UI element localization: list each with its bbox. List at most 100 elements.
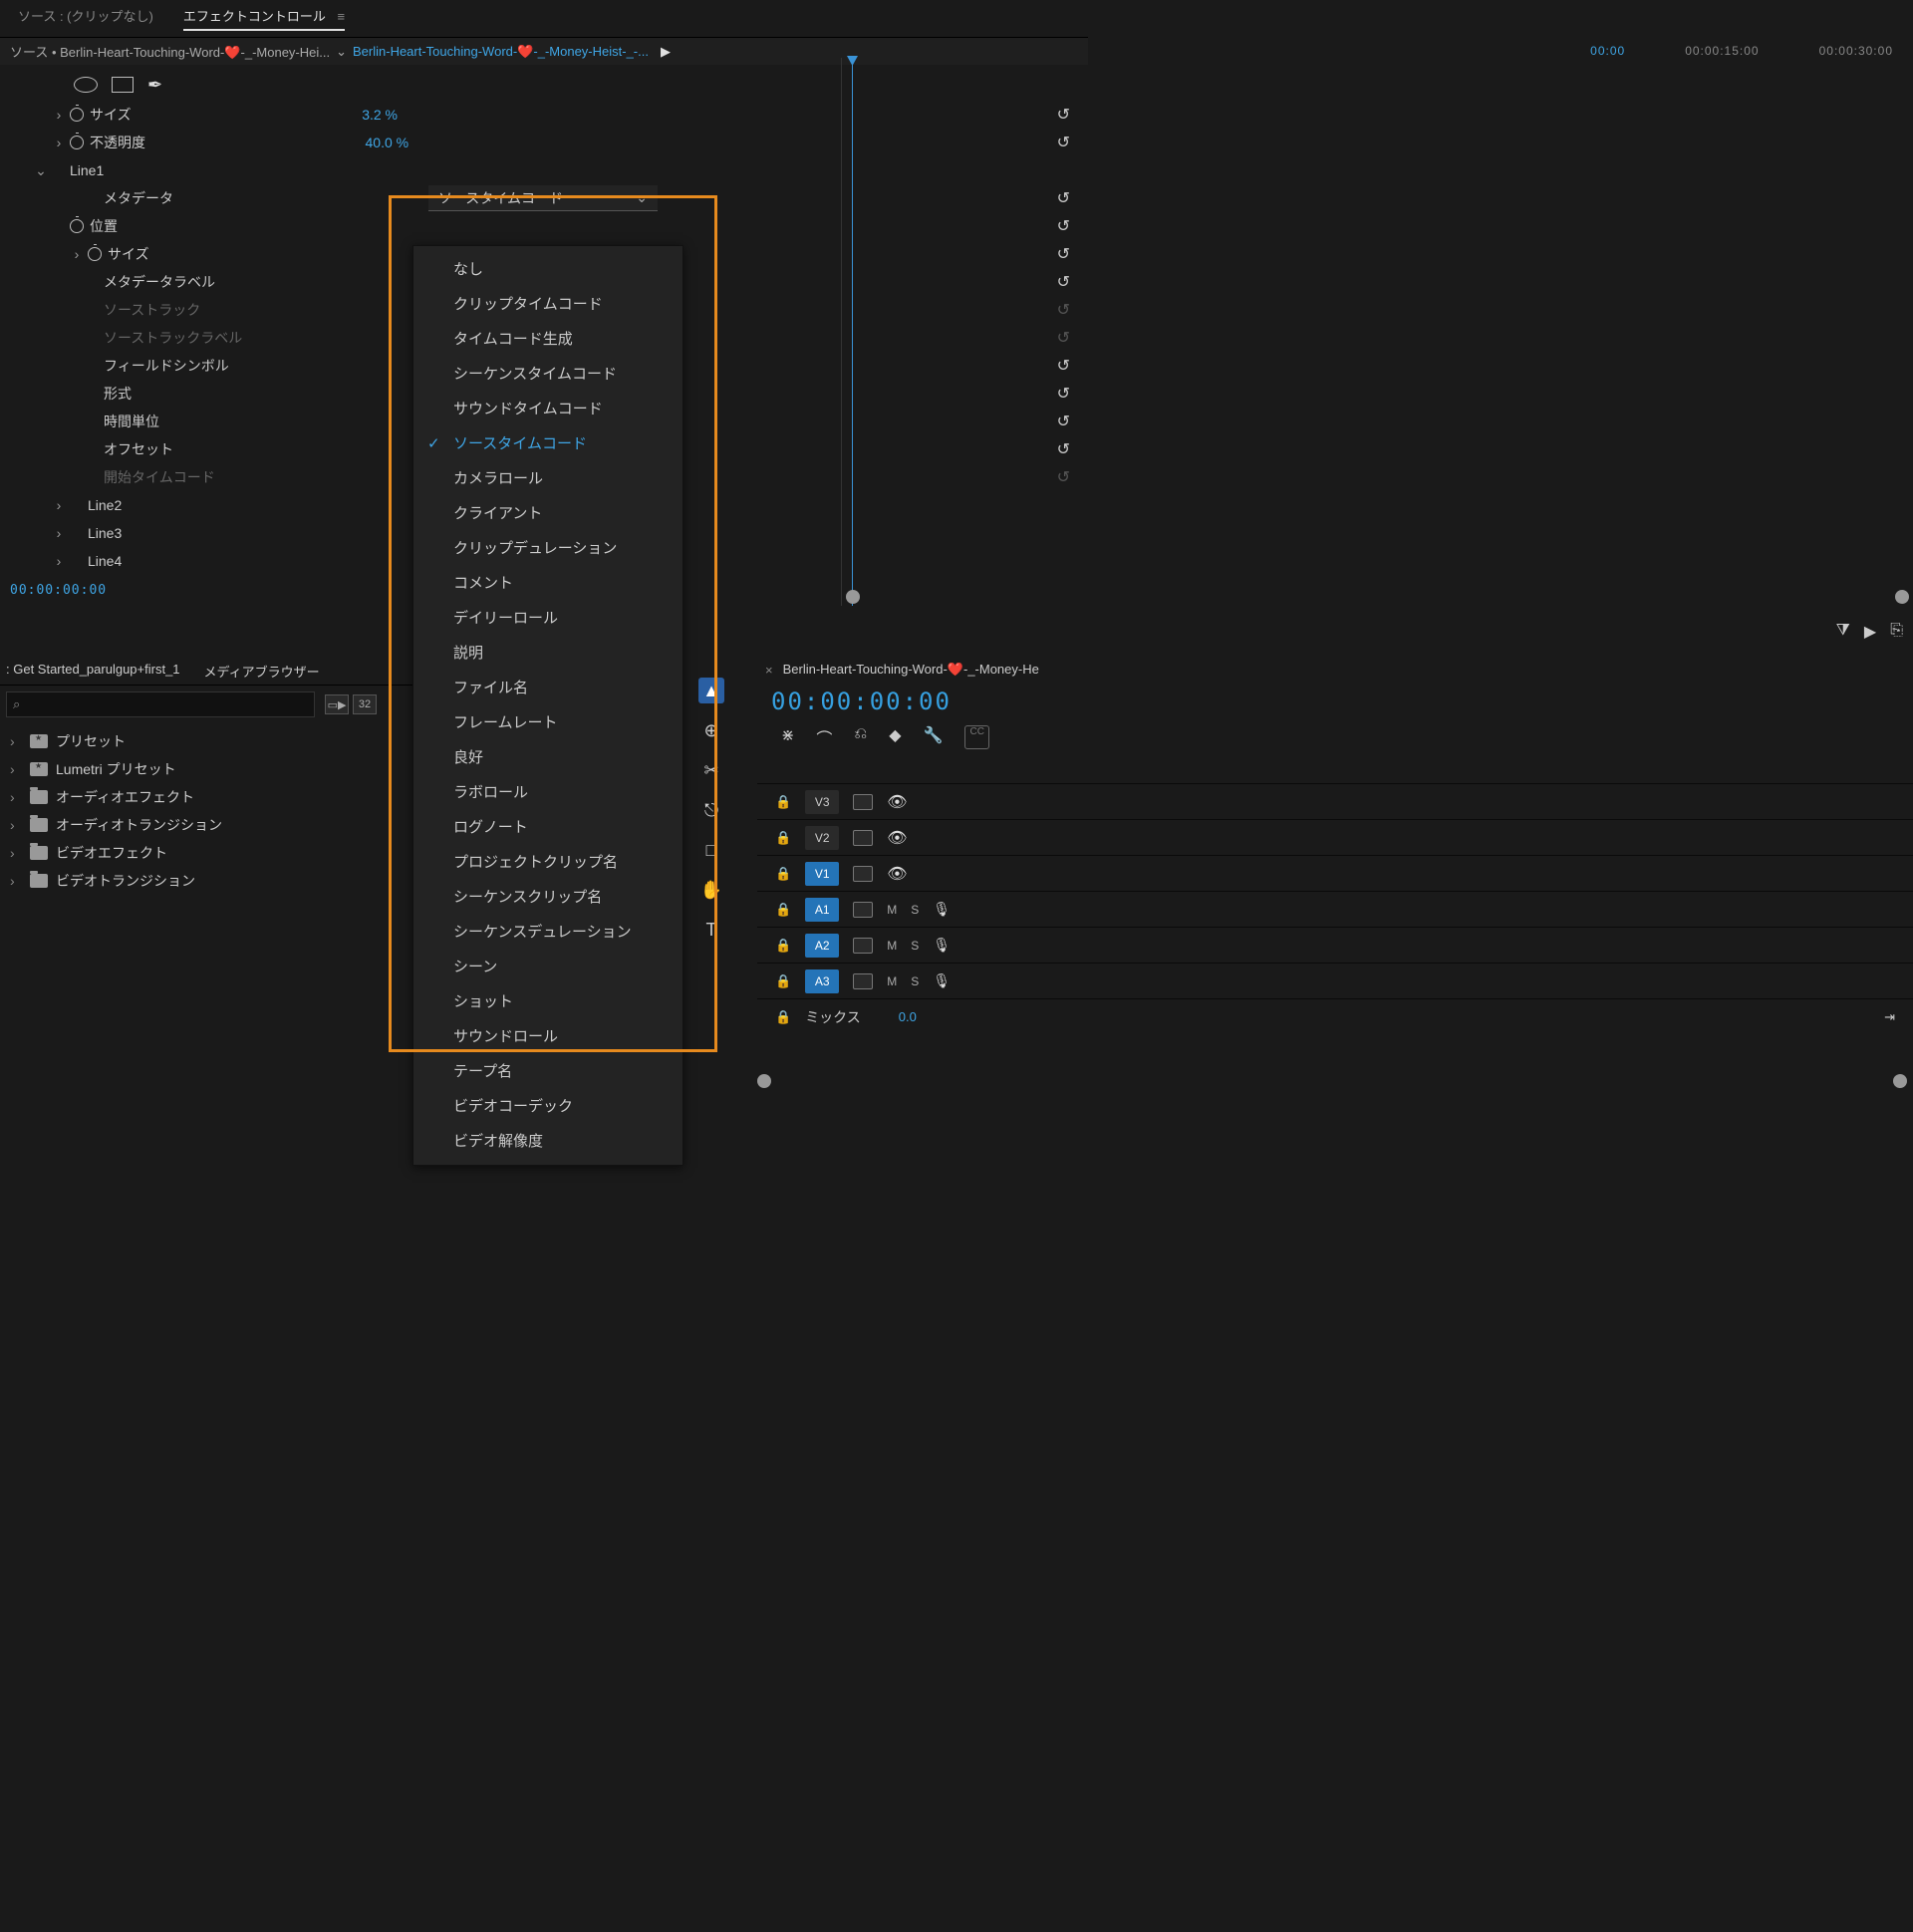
timeline-scrollbar[interactable] <box>757 1074 1907 1088</box>
play-only-icon[interactable]: ▶ <box>1864 622 1876 642</box>
metadata-dropdown-list[interactable]: なしクリップタイムコードタイムコード生成シーケンスタイムコードサウンドタイムコー… <box>412 245 683 1166</box>
dropdown-option[interactable]: シーン <box>413 950 683 984</box>
metadata-dropdown[interactable]: ソースタイムコード ⌄ <box>428 185 658 211</box>
track-toggle-icon[interactable] <box>853 866 873 882</box>
track-name[interactable]: A3 <box>805 969 839 993</box>
tab-source[interactable]: ソース : (クリップなし) <box>18 6 153 31</box>
lock-icon[interactable]: 🔒 <box>775 866 791 882</box>
dropdown-option[interactable]: 良好 <box>413 740 683 775</box>
eye-icon[interactable]: 👁 <box>887 828 907 848</box>
tab-project[interactable]: : Get Started_parulgup+first_1 <box>6 662 180 681</box>
dropdown-option[interactable]: ビデオコーデック <box>413 1089 683 1124</box>
tree-item[interactable]: ›Lumetri プリセット <box>10 755 409 783</box>
lock-icon[interactable]: 🔒 <box>775 938 791 954</box>
track-toggle-icon[interactable] <box>853 794 873 810</box>
scroll-thumb-left[interactable] <box>846 590 860 604</box>
ruler-scrollbar[interactable] <box>846 590 1909 604</box>
dropdown-option[interactable]: なし <box>413 252 683 287</box>
tool-button[interactable]: ✂ <box>698 757 724 783</box>
twirl-down-icon[interactable]: ⌄ <box>32 162 50 179</box>
video-track[interactable]: 🔒 V3 👁 <box>757 783 1913 819</box>
stopwatch-icon[interactable] <box>68 108 86 122</box>
ruler-area[interactable] <box>841 58 1913 606</box>
track-name[interactable]: A1 <box>805 898 839 922</box>
playhead[interactable] <box>852 58 853 606</box>
audio-track[interactable]: 🔒 A2 MS 🎙 <box>757 927 1913 963</box>
twirl-icon[interactable]: › <box>50 553 68 569</box>
tab-media-browser[interactable]: メディアブラウザー <box>204 662 320 681</box>
twirl-icon[interactable]: › <box>10 845 22 861</box>
lock-icon[interactable]: 🔒 <box>775 902 791 918</box>
chevron-down-icon[interactable]: ⌄ <box>336 44 347 60</box>
rect-mask-icon[interactable] <box>112 77 134 93</box>
scroll-thumb-right[interactable] <box>1895 590 1909 604</box>
dropdown-option[interactable]: テープ名 <box>413 1054 683 1089</box>
export-icon[interactable]: ⎘ <box>1890 622 1903 642</box>
go-to-end-icon[interactable]: ⇥ <box>1884 1009 1895 1025</box>
snap-icon[interactable]: ⋇ <box>781 725 794 749</box>
new-bin-icon[interactable]: ▭▶ <box>325 694 349 714</box>
twirl-icon[interactable]: › <box>10 789 22 805</box>
tool-button[interactable]: ⊕ <box>698 717 724 743</box>
dropdown-option[interactable]: ビデオ解像度 <box>413 1124 683 1159</box>
timeline-timecode[interactable]: 00:00:00:00 <box>757 682 1913 721</box>
dropdown-option[interactable]: プロジェクトクリップ名 <box>413 845 683 880</box>
mic-icon[interactable]: 🎙 <box>933 937 951 954</box>
timeline-sequence-name[interactable]: Berlin-Heart-Touching-Word-❤️-_-Money-He <box>783 662 1039 678</box>
twirl-icon[interactable]: › <box>10 873 22 889</box>
stopwatch-icon[interactable] <box>68 136 86 149</box>
dropdown-option[interactable]: サウンドタイムコード <box>413 392 683 426</box>
track-name[interactable]: A2 <box>805 934 839 958</box>
stopwatch-icon[interactable] <box>68 219 86 233</box>
twirl-icon[interactable]: › <box>68 246 86 262</box>
twirl-icon[interactable]: › <box>10 761 22 777</box>
hamburger-icon[interactable]: ≡ <box>338 9 346 24</box>
lock-icon[interactable]: 🔒 <box>775 973 791 989</box>
track-toggle-icon[interactable] <box>853 938 873 954</box>
magnet-icon[interactable]: ⌒ <box>816 725 832 749</box>
close-icon[interactable]: × <box>765 663 773 678</box>
solo-button[interactable]: S <box>911 939 919 953</box>
marker-icon[interactable]: ◆ <box>889 725 901 749</box>
linked-selection-icon[interactable]: ⎌ <box>854 725 867 749</box>
dropdown-option[interactable]: クリップタイムコード <box>413 287 683 322</box>
dropdown-option[interactable]: シーケンスタイムコード <box>413 357 683 392</box>
effects-search[interactable]: ⌕ <box>6 691 315 717</box>
ellipse-mask-icon[interactable] <box>74 77 98 93</box>
prop-opacity-value[interactable]: 40.0 % <box>366 135 410 150</box>
track-toggle-icon[interactable] <box>853 973 873 989</box>
mix-value[interactable]: 0.0 <box>899 1009 917 1024</box>
tool-button[interactable]: T <box>698 917 724 943</box>
dropdown-option[interactable]: 説明 <box>413 636 683 671</box>
track-name[interactable]: V1 <box>805 862 839 886</box>
badge-icon[interactable]: 32 <box>353 694 377 714</box>
mic-icon[interactable]: 🎙 <box>933 901 951 918</box>
video-track[interactable]: 🔒V2👁 <box>757 819 1913 855</box>
dropdown-option[interactable]: シーケンスデュレーション <box>413 915 683 950</box>
prop-size-value[interactable]: 3.2 % <box>362 107 398 123</box>
tool-button[interactable]: ⎋ <box>698 797 724 823</box>
twirl-icon[interactable]: › <box>10 733 22 749</box>
lock-icon[interactable]: 🔒 <box>775 794 791 810</box>
pen-mask-icon[interactable]: ✒ <box>147 75 162 96</box>
mute-button[interactable]: M <box>887 939 897 953</box>
dropdown-option[interactable]: クライアント <box>413 496 683 531</box>
eye-icon[interactable]: 👁 <box>887 792 907 812</box>
solo-button[interactable]: S <box>911 974 919 988</box>
captions-icon[interactable]: CC <box>964 725 988 749</box>
tree-item[interactable]: ›オーディオトランジション <box>10 811 409 839</box>
solo-button[interactable]: S <box>911 903 919 917</box>
sequence-clip-name[interactable]: Berlin-Heart-Touching-Word-❤️-_-Money-He… <box>353 44 649 60</box>
lock-icon[interactable]: 🔒 <box>775 1009 791 1025</box>
twirl-icon[interactable]: › <box>50 135 68 150</box>
track-toggle-icon[interactable] <box>853 830 873 846</box>
filter-icon[interactable]: ⧩ <box>1836 622 1850 642</box>
mute-button[interactable]: M <box>887 903 897 917</box>
tree-item[interactable]: ›ビデオトランジション <box>10 867 409 895</box>
dropdown-option[interactable]: クリップデュレーション <box>413 531 683 566</box>
dropdown-option[interactable]: フレームレート <box>413 705 683 740</box>
scroll-thumb-left[interactable] <box>757 1074 771 1088</box>
track-name[interactable]: V3 <box>805 790 839 814</box>
dropdown-option[interactable]: コメント <box>413 566 683 601</box>
scroll-thumb-right[interactable] <box>1893 1074 1907 1088</box>
